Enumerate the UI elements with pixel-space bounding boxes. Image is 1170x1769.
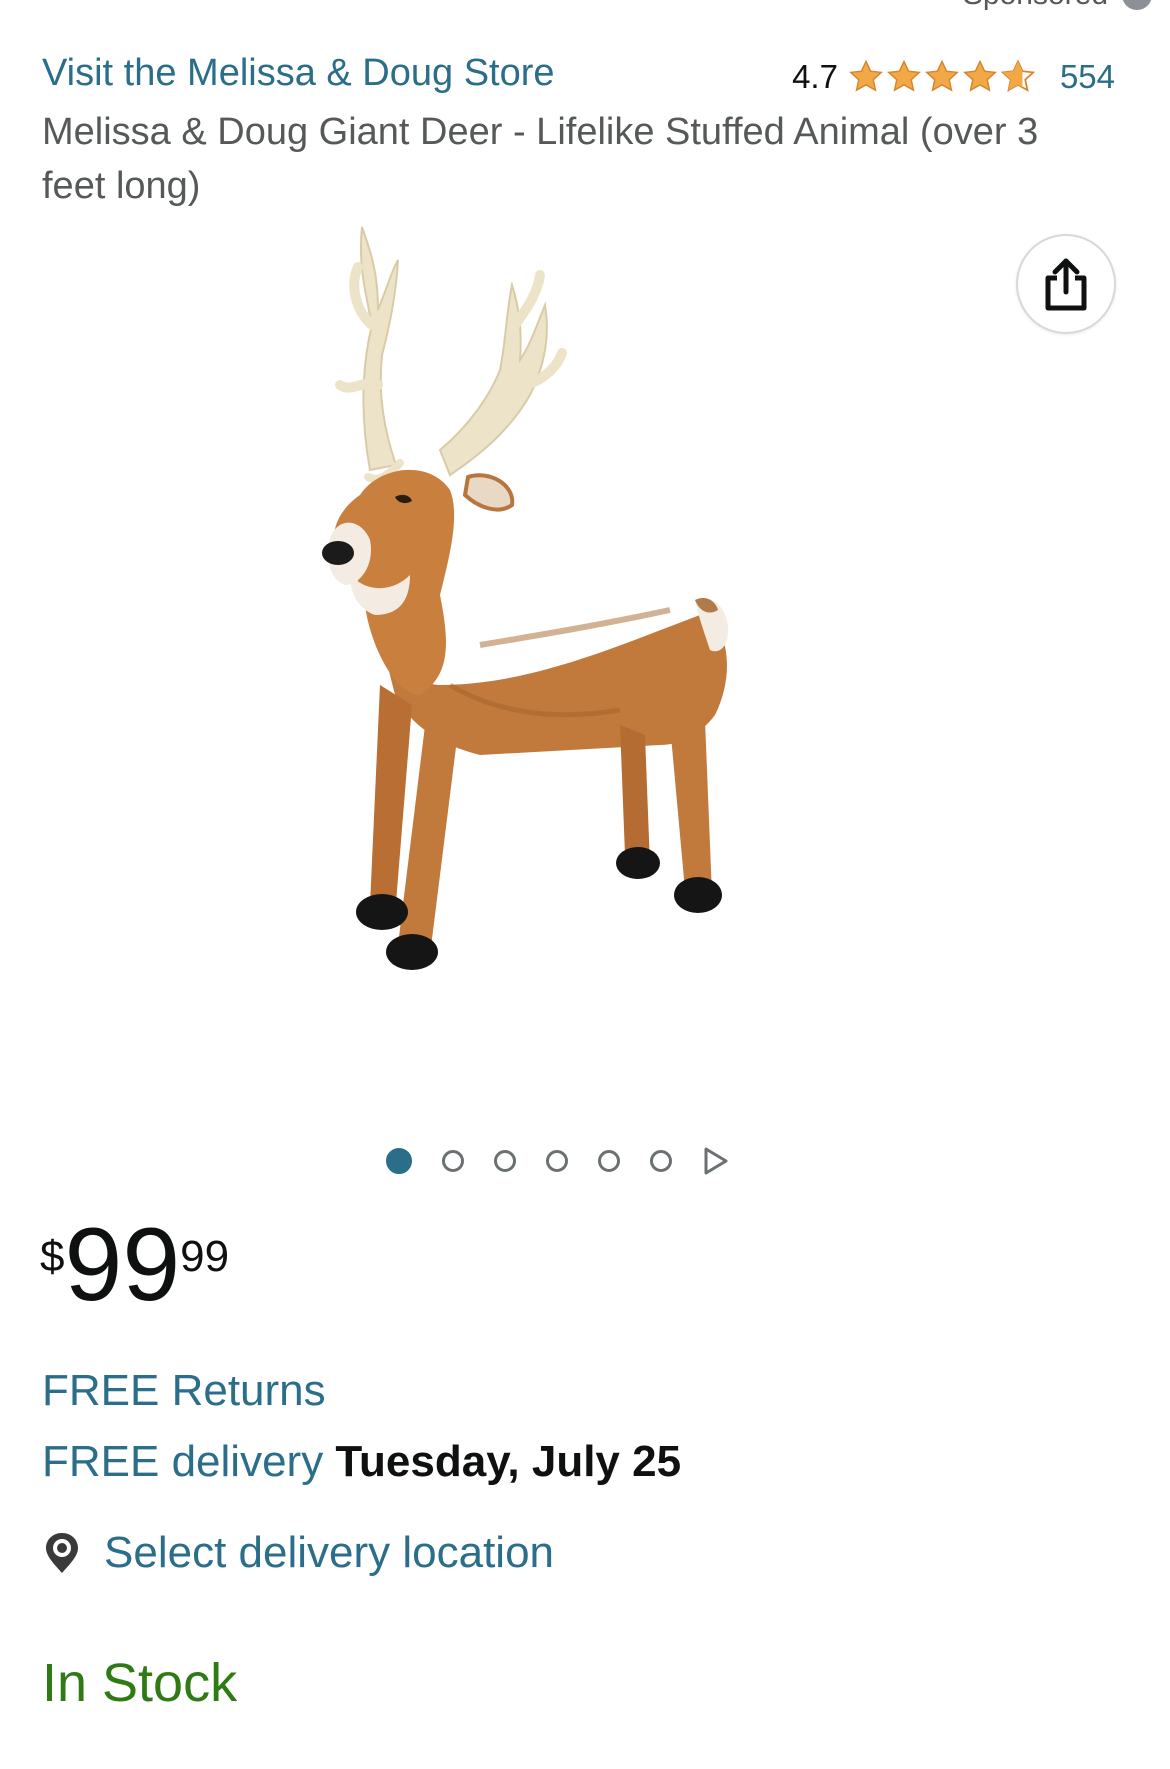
delivery-prefix[interactable]: FREE delivery bbox=[42, 1437, 323, 1486]
product-title: Melissa & Doug Giant Deer - Lifelike Stu… bbox=[42, 111, 1039, 207]
carousel-dot-1[interactable] bbox=[386, 1148, 412, 1174]
carousel-dot-2[interactable] bbox=[442, 1150, 464, 1172]
carousel-dot-4[interactable] bbox=[546, 1150, 568, 1172]
star-rating bbox=[848, 60, 1036, 94]
delivery-date: Tuesday, July 25 bbox=[335, 1437, 682, 1486]
carousel-dot-6[interactable] bbox=[650, 1150, 672, 1172]
store-link[interactable]: Visit the Melissa & Doug Store bbox=[42, 52, 555, 95]
price-whole: 99 bbox=[64, 1207, 181, 1323]
rating-value: 4.7 bbox=[792, 58, 838, 95]
price-fraction: 99 bbox=[180, 1232, 230, 1281]
share-button[interactable] bbox=[1016, 234, 1116, 334]
star-icon bbox=[963, 60, 997, 92]
sponsored-label[interactable]: Sponsored bbox=[963, 0, 1152, 12]
half-star-icon bbox=[1000, 60, 1036, 92]
play-triangle-icon[interactable] bbox=[702, 1146, 730, 1176]
image-carousel-indicators[interactable] bbox=[386, 1146, 730, 1176]
info-icon[interactable] bbox=[1122, 0, 1152, 10]
price: $ 99 99 bbox=[40, 1210, 229, 1320]
carousel-dot-5[interactable] bbox=[598, 1150, 620, 1172]
share-icon bbox=[1045, 258, 1087, 311]
star-icon bbox=[887, 60, 921, 92]
star-icon bbox=[849, 60, 883, 92]
availability-status: In Stock bbox=[42, 1653, 238, 1713]
select-location-row[interactable]: Select delivery location bbox=[42, 1528, 554, 1578]
rating-summary[interactable]: 4.7 554 bbox=[792, 58, 1115, 96]
select-location-link[interactable]: Select delivery location bbox=[104, 1528, 554, 1578]
delivery-info: FREE delivery Tuesday, July 25 bbox=[42, 1437, 681, 1487]
location-pin-icon bbox=[46, 1533, 78, 1573]
rating-count[interactable]: 554 bbox=[1060, 58, 1115, 96]
star-icon bbox=[925, 60, 959, 92]
free-returns-link[interactable]: FREE Returns bbox=[42, 1366, 326, 1416]
price-symbol: $ bbox=[40, 1232, 65, 1281]
sponsored-text: Sponsored bbox=[963, 0, 1108, 12]
deer-product-image[interactable] bbox=[300, 215, 860, 1095]
carousel-dot-3[interactable] bbox=[494, 1150, 516, 1172]
